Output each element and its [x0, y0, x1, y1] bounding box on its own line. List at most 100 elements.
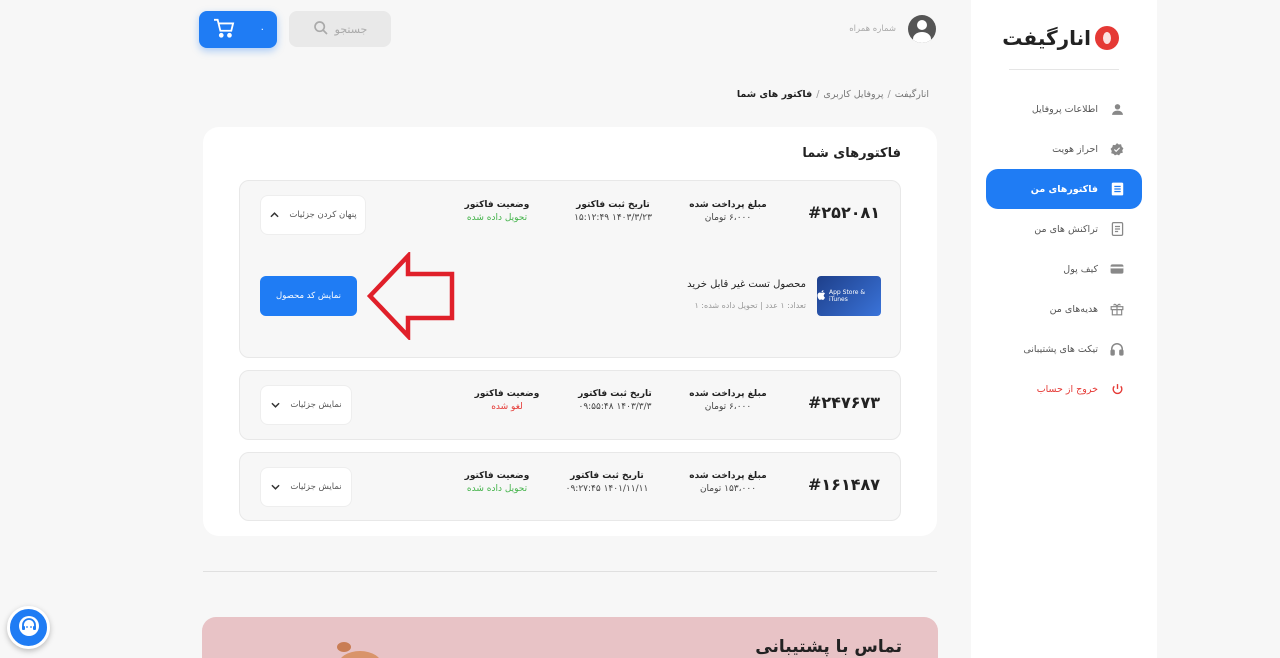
receipt-icon: [1110, 222, 1124, 236]
support-illustration-icon: [337, 642, 380, 658]
invoice-card: #۲۴۷۶۷۳ مبلغ پرداخت شده ۶،۰۰۰ تومان تاری…: [239, 370, 901, 440]
search-button[interactable]: جستجو: [289, 11, 391, 47]
hide-details-label: پنهان کردن جزئیات: [289, 210, 357, 220]
brand-name: انارگیفت: [1002, 26, 1092, 50]
cart-icon: [213, 18, 235, 42]
sidebar-item-wallet[interactable]: کیف پول: [986, 249, 1142, 289]
invoice-status-field: وضعیت فاکتور لغو شده: [462, 389, 552, 412]
annotation-arrow-icon: [366, 252, 455, 340]
product-name: محصول تست غیر قابل خرید: [687, 279, 806, 290]
show-details-button[interactable]: نمایش جزئیات: [260, 467, 352, 507]
paid-label: مبلغ پرداخت شده: [689, 200, 767, 210]
page-title: فاکتورهای شما: [802, 146, 901, 161]
sidebar-item-label: هدیه‌های من: [1049, 303, 1098, 315]
sidebar-item-logout[interactable]: خروج از حساب: [986, 369, 1142, 409]
support-title: تماس با پشتیبانی: [755, 637, 902, 657]
sidebar-item-label: فاکتورهای من: [1030, 183, 1098, 195]
gift-icon: [1110, 302, 1124, 316]
cart-button[interactable]: ۰: [199, 11, 277, 48]
product-thumbnail-text: App Store & iTunes: [829, 289, 866, 303]
invoice-card: #۲۵۲۰۸۱ مبلغ پرداخت شده ۶،۰۰۰ تومان تاری…: [239, 180, 901, 358]
sidebar-item-label: تراکنش های من: [1034, 223, 1098, 235]
invoice-status-field: وضعیت فاکتور تحویل داده شده: [452, 471, 542, 494]
sidebar-item-label: تیکت های پشتیبانی: [1023, 343, 1098, 355]
show-details-label: نمایش جزئیات: [290, 400, 342, 410]
sidebar-item-label: اطلاعات پروفایل: [1031, 103, 1098, 115]
invoice-paid-field: مبلغ پرداخت شده ۶،۰۰۰ تومان: [678, 200, 778, 223]
search-label: جستجو: [334, 22, 368, 36]
date-label: تاریخ ثبت فاکتور: [570, 471, 644, 481]
user-menu[interactable]: شماره همراه: [846, 14, 936, 44]
show-details-label: نمایش جزئیات: [290, 482, 342, 492]
invoice-date-field: تاریخ ثبت فاکتور ۱۴۰۱/۱۱/۱۱ ۰۹:۲۷:۴۵: [552, 471, 662, 494]
date-label: تاریخ ثبت فاکتور: [578, 389, 652, 399]
invoice-date: ۱۴۰۳/۳/۳ ۰۹:۵۵:۴۸: [578, 402, 652, 412]
status-badge: لغو شده: [491, 402, 523, 412]
wallet-icon: [1110, 262, 1124, 276]
sidebar-item-verification[interactable]: احراز هویت: [986, 129, 1142, 169]
breadcrumb-current: فاکتور های شما: [736, 89, 813, 100]
invoice-date-field: تاریخ ثبت فاکتور ۱۴۰۳/۳/۲۳ ۱۵:۱۲:۴۹: [558, 200, 668, 223]
invoice-paid-field: مبلغ پرداخت شده ۱۵۳،۰۰۰ تومان: [678, 471, 778, 494]
paid-amount: ۶،۰۰۰ تومان: [704, 213, 752, 223]
status-label: وضعیت فاکتور: [464, 200, 530, 210]
product-thumbnail: App Store & iTunes: [817, 276, 881, 316]
brand-logo[interactable]: انارگیفت: [1002, 22, 1119, 54]
breadcrumb: انارگیفت/پروفایل کاربری/فاکتور های شما: [730, 89, 929, 100]
breadcrumb-separator: /: [887, 89, 891, 100]
paid-label: مبلغ پرداخت شده: [689, 389, 767, 399]
sidebar-item-label: خروج از حساب: [1036, 383, 1098, 395]
user-icon: [1110, 102, 1124, 116]
sidebar-item-transactions[interactable]: تراکنش های من: [986, 209, 1142, 249]
paid-label: مبلغ پرداخت شده: [689, 471, 767, 481]
support-banner: تماس با پشتیبانی: [202, 617, 938, 658]
search-icon: [313, 20, 329, 39]
breadcrumb-home[interactable]: انارگیفت: [895, 89, 929, 100]
sidebar-item-invoices[interactable]: فاکتورهای من: [986, 169, 1142, 209]
sidebar-item-label: احراز هویت: [1052, 143, 1098, 155]
invoice-paid-field: مبلغ پرداخت شده ۶،۰۰۰ تومان: [678, 389, 778, 412]
show-details-button[interactable]: نمایش جزئیات: [260, 385, 352, 425]
paid-amount: ۱۵۳،۰۰۰ تومان: [699, 484, 757, 494]
invoice-number: #۱۶۱۴۸۷: [808, 475, 880, 494]
invoice-status-field: وضعیت فاکتور تحویل داده شده: [452, 200, 542, 223]
invoices-card: فاکتورهای شما #۲۵۲۰۸۱ مبلغ پرداخت شده ۶،…: [203, 127, 937, 536]
status-label: وضعیت فاکتور: [464, 471, 530, 481]
cart-count: ۰: [259, 24, 265, 35]
paid-amount: ۶،۰۰۰ تومان: [704, 402, 752, 412]
sidebar-divider: [1009, 69, 1119, 70]
chevron-down-icon: [270, 482, 280, 492]
headset-icon: [1110, 342, 1124, 356]
invoice-date: ۱۴۰۱/۱۱/۱۱ ۰۹:۲۷:۴۵: [565, 484, 649, 494]
status-badge: تحویل داده شده: [466, 213, 528, 223]
verified-badge-icon: [1110, 142, 1124, 156]
chat-headset-icon: [17, 614, 41, 642]
section-divider: [203, 571, 937, 572]
sidebar: انارگیفت اطلاعات پروفایل احراز هویت فاکت…: [971, 0, 1157, 658]
sidebar-item-gifts[interactable]: هدیه‌های من: [986, 289, 1142, 329]
avatar-icon: [908, 15, 936, 43]
invoice-card: #۱۶۱۴۸۷ مبلغ پرداخت شده ۱۵۳،۰۰۰ تومان تا…: [239, 452, 901, 521]
chevron-down-icon: [270, 400, 280, 410]
breadcrumb-separator: /: [816, 89, 820, 100]
pomegranate-logo-icon: [1095, 26, 1119, 50]
hide-details-button[interactable]: پنهان کردن جزئیات: [260, 195, 366, 235]
chevron-up-icon: [269, 210, 279, 220]
power-icon: [1110, 382, 1124, 396]
chat-support-button[interactable]: [7, 606, 50, 649]
product-meta: تعداد: ۱ عدد | تحویل داده شده: ۱: [694, 301, 806, 310]
show-product-code-button[interactable]: نمایش کد محصول: [260, 276, 357, 316]
breadcrumb-profile[interactable]: پروفایل کاربری: [823, 89, 883, 100]
invoice-number: #۲۵۲۰۸۱: [808, 203, 880, 222]
sidebar-menu: اطلاعات پروفایل احراز هویت فاکتورهای من …: [986, 89, 1142, 409]
phone-label: شماره همراه: [849, 24, 896, 34]
status-badge: تحویل داده شده: [466, 484, 528, 494]
apple-logo-icon: [817, 290, 826, 302]
invoice-date: ۱۴۰۳/۳/۲۳ ۱۵:۱۲:۴۹: [574, 213, 652, 223]
invoice-number: #۲۴۷۶۷۳: [808, 393, 880, 412]
invoice-icon: [1110, 182, 1124, 196]
sidebar-item-profile[interactable]: اطلاعات پروفایل: [986, 89, 1142, 129]
sidebar-item-label: کیف پول: [1063, 263, 1098, 275]
sidebar-item-tickets[interactable]: تیکت های پشتیبانی: [986, 329, 1142, 369]
date-label: تاریخ ثبت فاکتور: [576, 200, 650, 210]
